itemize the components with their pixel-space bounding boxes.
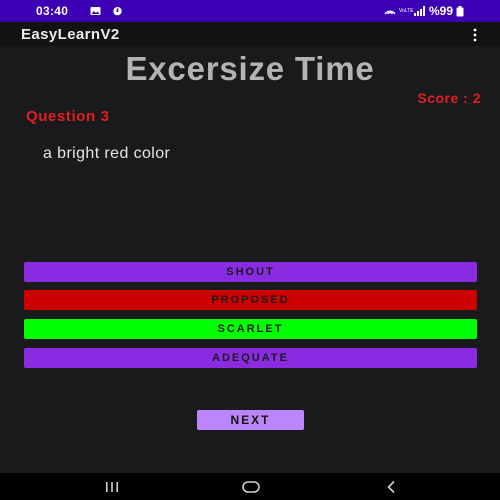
app-title: EasyLearnV2 [21, 26, 120, 43]
answer-option-scarlet[interactable]: SCARLET [24, 319, 477, 339]
back-button[interactable] [380, 479, 402, 495]
next-button[interactable]: NEXT [197, 410, 304, 430]
alarm-icon [113, 7, 122, 16]
question-prompt: a bright red color [43, 145, 171, 162]
network-label: VoLTE [398, 7, 414, 14]
recent-apps-button[interactable] [100, 479, 124, 495]
score-label: Score : 2 [417, 90, 481, 106]
home-button[interactable] [238, 479, 264, 495]
answer-option-adequate[interactable]: ADEQUATE [24, 348, 477, 368]
battery-icon [456, 5, 464, 16]
home-icon [242, 481, 260, 493]
question-number: Question 3 [26, 108, 110, 125]
answer-option-proposed[interactable]: PROPOSED [24, 290, 477, 310]
status-time: 03:40 [36, 4, 69, 18]
overflow-menu-icon[interactable] [472, 28, 478, 42]
image-icon [90, 7, 101, 15]
recent-apps-icon [106, 482, 118, 492]
back-icon [387, 480, 395, 494]
battery-percent: %99 [428, 4, 453, 18]
system-nav-bar [0, 473, 500, 500]
page-title: Excersize Time [125, 50, 375, 87]
status-icons: VoLTE %99 [384, 4, 464, 18]
app-bar: EasyLearnV2 [0, 22, 500, 46]
status-bar: 03:40 VoLTE %99 [0, 0, 500, 22]
signal-icon [413, 6, 425, 16]
hotspot-icon [384, 10, 396, 15]
answer-option-shout[interactable]: SHOUT [24, 262, 477, 282]
